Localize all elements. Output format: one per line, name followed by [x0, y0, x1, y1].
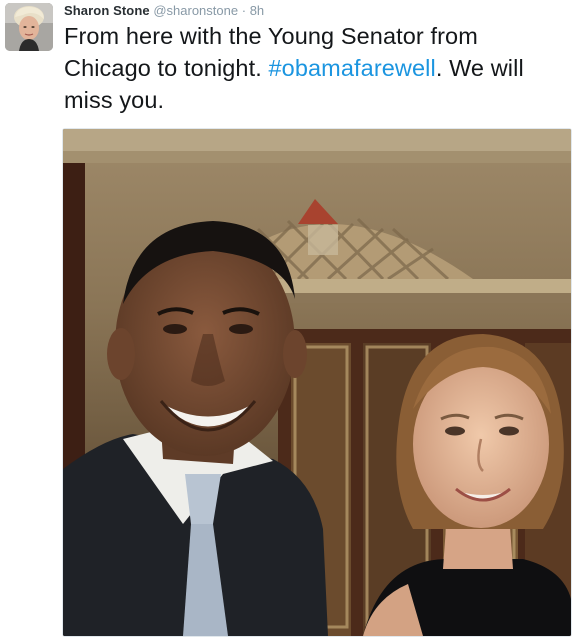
tweet-header: Sharon Stone @sharonstone · 8h [64, 2, 264, 19]
author-handle[interactable]: @sharonstone [153, 3, 238, 18]
avatar[interactable] [5, 3, 53, 51]
header-separator: · [241, 3, 247, 18]
tweet-photo [63, 129, 571, 636]
avatar-photo [5, 3, 53, 51]
tweet: Sharon Stone @sharonstone · 8h From here… [0, 0, 574, 642]
hashtag-link[interactable]: #obamafarewell [269, 55, 436, 81]
author-name[interactable]: Sharon Stone [64, 3, 150, 18]
tweet-timestamp[interactable]: 8h [250, 3, 264, 18]
tweet-media[interactable] [62, 128, 572, 637]
tweet-text: From here with the Young Senator from Ch… [64, 20, 564, 116]
